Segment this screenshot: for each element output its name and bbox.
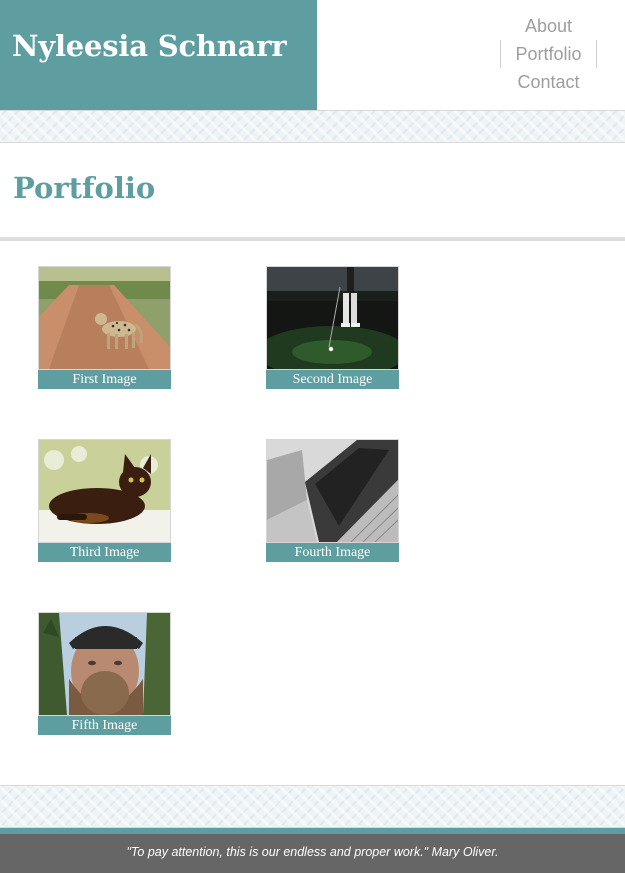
site-header: Nyleesia Schnarr About Portfolio Contact [0, 0, 625, 111]
gallery-image-cat[interactable] [38, 439, 171, 543]
laptops-image [267, 440, 398, 542]
decorative-band-top [0, 110, 625, 143]
gallery-caption: Fifth Image [38, 716, 171, 735]
portrait-image [39, 613, 170, 715]
gallery-item-3: Third Image [38, 439, 171, 563]
page-title-section: Portfolio [0, 143, 625, 241]
page-title: Portfolio [13, 171, 156, 205]
gallery-item-4: Fourth Image [266, 439, 399, 563]
decorative-band-bottom [0, 785, 625, 828]
nav-link-portfolio[interactable]: Portfolio [500, 40, 597, 68]
gallery-caption: Second Image [266, 370, 399, 389]
gallery-image-golfer[interactable] [266, 266, 399, 370]
gallery-image-portrait[interactable] [38, 612, 171, 716]
gallery-image-laptops[interactable] [266, 439, 399, 543]
site-title[interactable]: Nyleesia Schnarr [12, 29, 287, 63]
nav-link-about[interactable]: About [500, 12, 597, 40]
cat-image [39, 440, 170, 542]
main-nav: About Portfolio Contact [500, 12, 597, 96]
golfer-image [267, 267, 398, 369]
brand-block: Nyleesia Schnarr [0, 0, 317, 110]
footer-quote: "To pay attention, this is our endless a… [126, 845, 499, 859]
gallery-item-1: First Image [38, 266, 171, 390]
nav-link-contact[interactable]: Contact [500, 68, 597, 96]
gallery-caption: Fourth Image [266, 543, 399, 562]
gallery-caption: First Image [38, 370, 171, 389]
gallery-image-leopard[interactable] [38, 266, 171, 370]
gallery-caption: Third Image [38, 543, 171, 562]
gallery-item-2: Second Image [266, 266, 399, 390]
site-footer: "To pay attention, this is our endless a… [0, 834, 625, 873]
gallery-item-5: Fifth Image [38, 612, 171, 736]
leopard-image [39, 267, 170, 369]
